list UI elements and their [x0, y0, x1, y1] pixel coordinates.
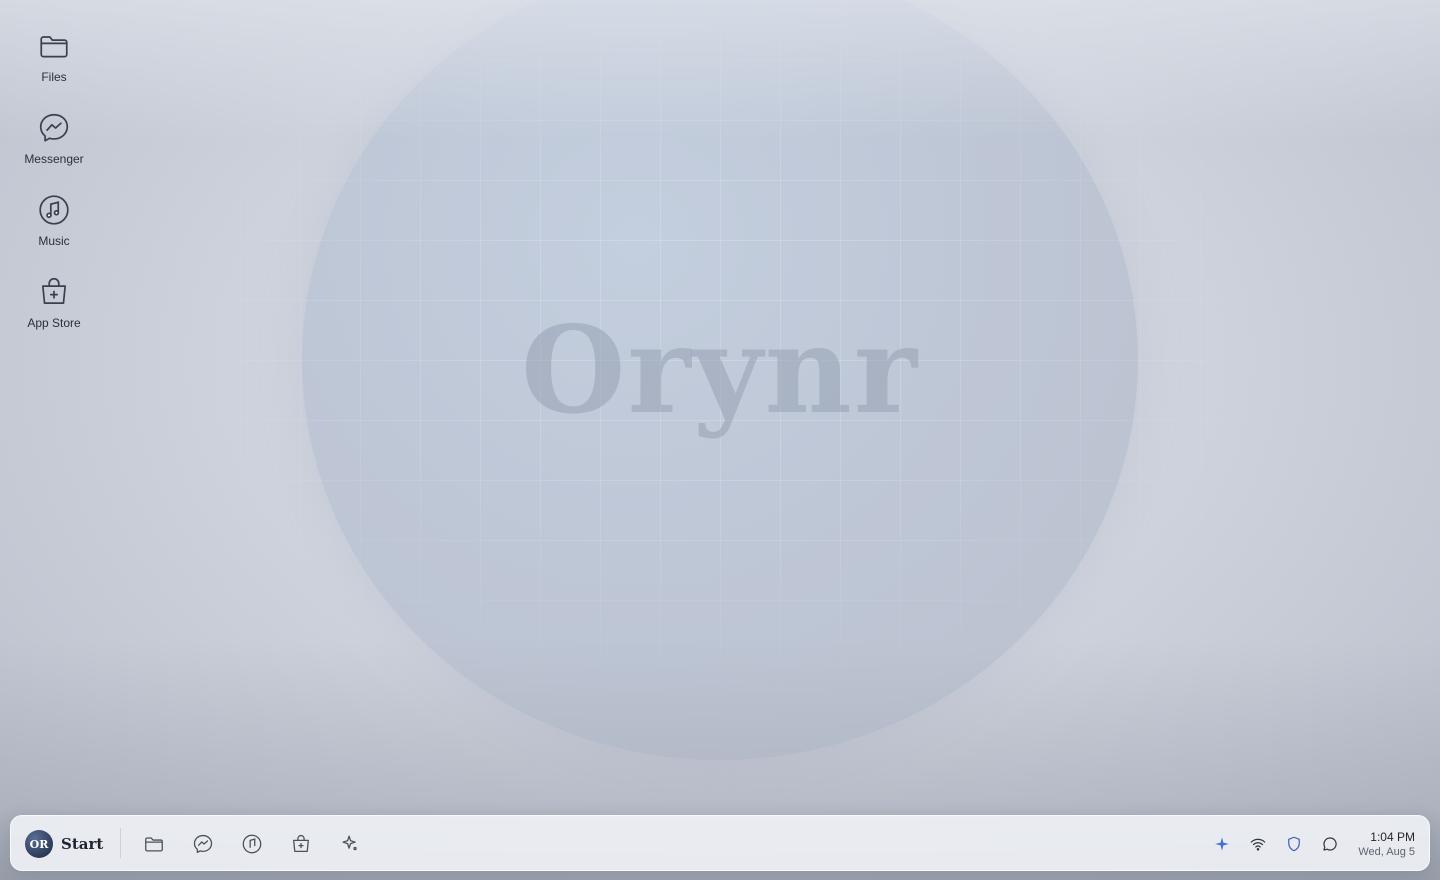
- taskbar-assistant-button[interactable]: [333, 828, 367, 860]
- folder-icon: [145, 837, 163, 852]
- desktop-icon-label: App Store: [27, 316, 81, 330]
- system-tray: 1:04 PM Wed, Aug 5: [1200, 826, 1415, 862]
- desktop-icon-label: Files: [41, 70, 67, 84]
- desktop-wallpaper: Orynr: [0, 0, 1440, 880]
- shopping-bag-icon: [36, 274, 72, 310]
- folder-icon: [36, 28, 72, 64]
- taskbar-divider: [120, 828, 121, 858]
- desktop-icon-messenger[interactable]: Messenger: [14, 106, 94, 188]
- shopping-bag-icon: [293, 835, 309, 852]
- tray-notifications-button[interactable]: [1316, 830, 1344, 858]
- tray-security-button[interactable]: [1280, 830, 1308, 858]
- wallpaper-brand-text: Orynr: [521, 300, 919, 441]
- sparkle-icon: [342, 835, 357, 851]
- desktop-icon-app-store[interactable]: App Store: [14, 270, 94, 352]
- tray-assistant-button[interactable]: [1208, 830, 1236, 858]
- desktop-icon-grid: Files Messenger Music App Store: [14, 24, 94, 352]
- start-button[interactable]: OR Start: [25, 828, 103, 860]
- desktop-icon-label: Music: [38, 234, 70, 248]
- start-label: Start: [61, 835, 104, 853]
- sparkle-icon: [1215, 837, 1230, 851]
- taskbar-messenger-button[interactable]: [186, 828, 220, 860]
- shield-icon: [1288, 836, 1301, 852]
- taskbar-clock[interactable]: 1:04 PM Wed, Aug 5: [1358, 830, 1415, 859]
- clock-date: Wed, Aug 5: [1358, 845, 1415, 858]
- taskbar: OR Start 1:04 PM Wed, Aug 5: [10, 815, 1430, 871]
- desktop-icon-music[interactable]: Music: [14, 188, 94, 270]
- tray-wifi-button[interactable]: [1244, 830, 1272, 858]
- messenger-icon: [193, 834, 213, 854]
- taskbar-app-store-button[interactable]: [284, 828, 318, 860]
- wifi-icon: [1250, 838, 1266, 851]
- taskbar-files-button[interactable]: [137, 828, 171, 860]
- clock-time: 1:04 PM: [1370, 829, 1415, 844]
- desktop-icon-files[interactable]: Files: [14, 24, 94, 106]
- music-icon: [36, 192, 72, 228]
- taskbar-music-button[interactable]: [235, 828, 269, 860]
- chat-bubble-icon: [1323, 837, 1338, 851]
- start-logo-icon: OR: [25, 830, 53, 858]
- taskbar-pinned-apps: [137, 828, 382, 860]
- desktop-icon-label: Messenger: [24, 152, 84, 166]
- messenger-icon: [36, 110, 72, 146]
- music-icon: [242, 834, 262, 854]
